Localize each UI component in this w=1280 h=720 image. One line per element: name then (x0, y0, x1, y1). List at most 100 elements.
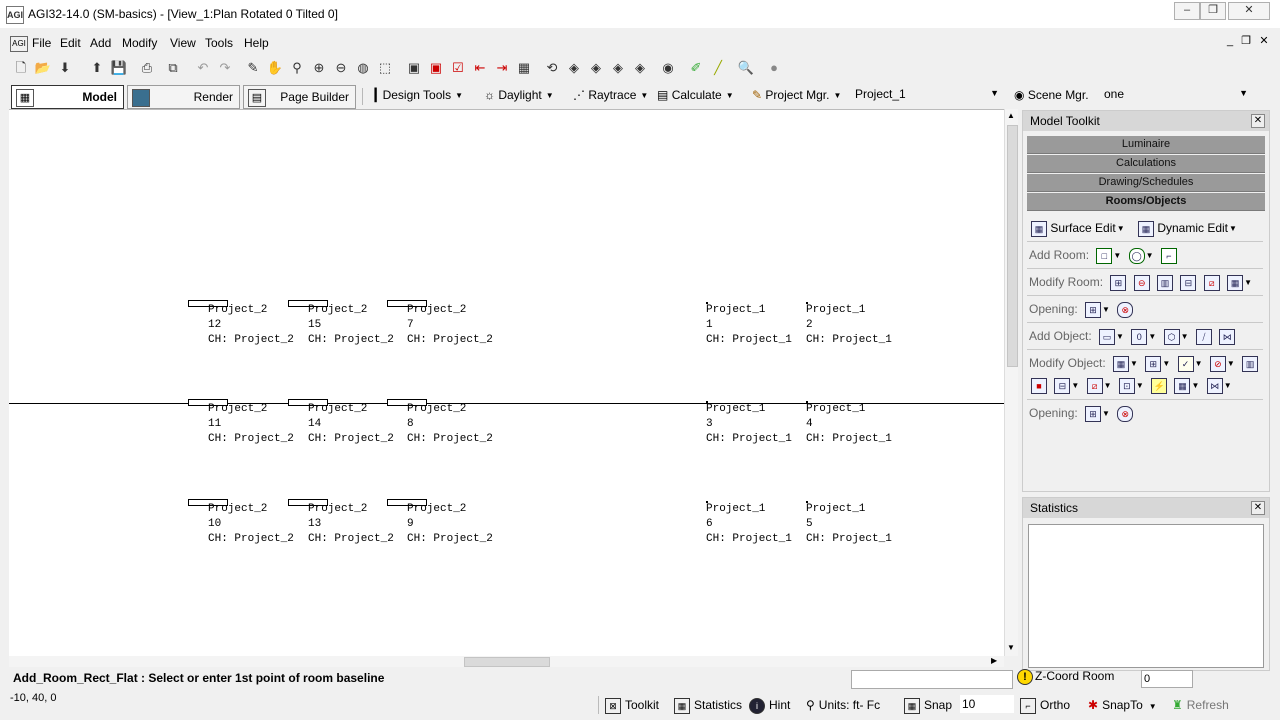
menu-modify[interactable]: Modify (122, 36, 157, 50)
rotate3-icon[interactable]: ◈ (587, 59, 605, 77)
undo-icon[interactable]: ↶ (194, 59, 212, 77)
modify-room-icon-6[interactable]: ▦ (1227, 274, 1244, 291)
zoom-window-icon[interactable]: ◍ (354, 59, 372, 77)
doc-icon[interactable]: AGI (10, 36, 28, 52)
scroll-right-icon[interactable]: ▶ (991, 656, 997, 665)
find-icon[interactable]: 🔍 (737, 59, 755, 77)
page-builder-tab[interactable]: ▤ Page Builder (243, 85, 356, 109)
vertical-scrollbar[interactable]: ▲ ▼ (1004, 109, 1018, 656)
opening-delete-icon-2[interactable]: ⊗ (1117, 405, 1134, 422)
modify-object-icon-2[interactable]: ⊞ (1145, 355, 1162, 372)
menu-help[interactable]: Help (244, 36, 269, 50)
save-icon[interactable]: 💾 (110, 59, 128, 77)
download-icon[interactable]: ⬇ (56, 59, 74, 77)
scene-mgr-label-group[interactable]: ◉ Scene Mgr. (1014, 88, 1089, 102)
cylinder-object-icon[interactable]: 0 (1131, 328, 1148, 345)
category-luminaire[interactable]: Luminaire (1027, 136, 1265, 154)
mdi-minimize-button[interactable]: _ (1224, 35, 1236, 47)
menu-edit[interactable]: Edit (60, 36, 81, 50)
modify-object-icon-10[interactable]: ⚡ (1151, 377, 1168, 394)
minimize-button[interactable]: – (1174, 2, 1200, 20)
command-input[interactable] (851, 670, 1013, 689)
close-icon[interactable]: ✕ (1251, 501, 1265, 515)
category-calculations[interactable]: Calculations (1027, 155, 1265, 173)
modify-object-icon-12[interactable]: ⋈ (1206, 377, 1223, 394)
vertical-scroll-thumb[interactable] (1007, 125, 1018, 367)
modify-object-icon-3[interactable]: ✓ (1177, 355, 1194, 372)
close-icon[interactable]: ✕ (1251, 114, 1265, 128)
measure-icon[interactable]: ╱ (709, 59, 727, 77)
restore-button[interactable]: ❐ (1200, 2, 1226, 20)
snap-toggle[interactable]: ▦ Snap (904, 694, 952, 716)
scroll-up-icon[interactable]: ▲ (1007, 111, 1015, 120)
surface-edit-dropdown[interactable]: ▦ Surface Edit▼ (1029, 220, 1125, 237)
render-tab[interactable]: Render (127, 85, 240, 109)
pan-icon[interactable]: ✋ (266, 59, 284, 77)
model-tab[interactable]: ▦ Model (11, 85, 124, 109)
redo-icon[interactable]: ↷ (216, 59, 234, 77)
scroll-down-icon[interactable]: ▼ (1007, 643, 1015, 652)
z-coord-input[interactable]: 0 (1141, 670, 1193, 688)
mdi-restore-button[interactable]: ❐ (1240, 35, 1252, 47)
rect-room-icon[interactable]: □ (1096, 247, 1113, 264)
modify-room-icon-2[interactable]: ⊖ (1133, 274, 1150, 291)
menu-tools[interactable]: Tools (205, 36, 233, 50)
view-icon[interactable]: ▣ (405, 59, 423, 77)
modify-object-icon-1[interactable]: ▦ (1113, 355, 1130, 372)
close-button[interactable]: ✕ (1228, 2, 1270, 20)
opening-window-icon-2[interactable]: ⊞ (1085, 405, 1102, 422)
extrude-object-icon[interactable]: ⧸ (1195, 328, 1212, 345)
sphere-icon[interactable]: ● (765, 59, 783, 77)
rect-object-icon[interactable]: ▭ (1099, 328, 1116, 345)
print-icon[interactable]: ⎙ (138, 59, 156, 77)
scene-select[interactable]: one ▼ (1104, 87, 1252, 104)
arrow-left-icon[interactable]: ⇤ (471, 59, 489, 77)
daylight-dropdown[interactable]: ☼ Daylight ▼ (484, 88, 554, 102)
render-icon[interactable]: ▦ (515, 59, 533, 77)
horizontal-scrollbar[interactable]: ▶ (9, 656, 1004, 667)
view-red-icon[interactable]: ▣ (427, 59, 445, 77)
menu-file[interactable]: File (32, 36, 51, 50)
zoom-icon[interactable]: ⚲ (288, 59, 306, 77)
units-button[interactable]: ⚲ Units: ft- Fc (806, 694, 880, 716)
upload-icon[interactable]: ⬆ (88, 59, 106, 77)
modify-room-icon-4[interactable]: ⊟ (1180, 274, 1197, 291)
zoom-extents-icon[interactable]: ⬚ (376, 59, 394, 77)
raytrace-dropdown[interactable]: ⋰ Raytrace ▼ (573, 88, 648, 102)
modify-object-icon-5[interactable]: ▥ (1242, 355, 1259, 372)
snapto-dropdown[interactable]: ✱ SnapTo ▼ (1088, 694, 1157, 716)
category-drawing-schedules[interactable]: Drawing/Schedules (1027, 174, 1265, 192)
array-object-icon[interactable]: ⋈ (1219, 328, 1236, 345)
project-mgr-dropdown[interactable]: ✎ Project Mgr. ▼ (752, 88, 841, 102)
opening-window-icon[interactable]: ⊞ (1085, 301, 1102, 318)
modify-object-icon-11[interactable]: ▦ (1174, 377, 1191, 394)
modify-object-icon-6[interactable]: ■ (1031, 377, 1047, 394)
toolkit-toggle[interactable]: ⊠ Toolkit (605, 694, 659, 716)
view-check-icon[interactable]: ☑ (449, 59, 467, 77)
rotate2-icon[interactable]: ◈ (565, 59, 583, 77)
rotate4-icon[interactable]: ◈ (609, 59, 627, 77)
pencil-icon[interactable]: ✎ (244, 59, 262, 77)
modify-room-icon-1[interactable]: ⊞ (1110, 274, 1127, 291)
modify-room-icon-5[interactable]: ⧄ (1203, 274, 1220, 291)
menu-add[interactable]: Add (90, 36, 111, 50)
rotate-icon[interactable]: ⟲ (543, 59, 561, 77)
camera-icon[interactable]: ◉ (659, 59, 677, 77)
copy-icon[interactable]: ⧉ (164, 59, 182, 77)
opening-delete-icon[interactable]: ⊗ (1117, 301, 1134, 318)
horizontal-scroll-thumb[interactable] (464, 657, 550, 667)
design-tools-dropdown[interactable]: ┃ Design Tools ▼ (372, 88, 463, 102)
mdi-close-button[interactable]: ✕ (1258, 35, 1270, 47)
dynamic-edit-dropdown[interactable]: ▦ Dynamic Edit▼ (1134, 220, 1237, 237)
zoom-out-icon[interactable]: ⊖ (332, 59, 350, 77)
snap-value-input[interactable]: 10 (960, 695, 1014, 713)
modify-object-icon-7[interactable]: ⊟ (1054, 377, 1071, 394)
modify-object-icon-4[interactable]: ⊘ (1209, 355, 1226, 372)
drawing-canvas[interactable]: Project_2 12 CH: Project_2 Project_2 15 CH: P… (9, 109, 1004, 657)
modify-room-icon-3[interactable]: ▥ (1157, 274, 1174, 291)
rotate5-icon[interactable]: ◈ (631, 59, 649, 77)
arrow-right-icon[interactable]: ⇥ (493, 59, 511, 77)
refresh-button[interactable]: ♜ Refresh (1172, 694, 1229, 716)
hint-toggle[interactable]: i Hint (749, 694, 790, 716)
statistics-toggle[interactable]: ▦ Statistics (674, 694, 742, 716)
